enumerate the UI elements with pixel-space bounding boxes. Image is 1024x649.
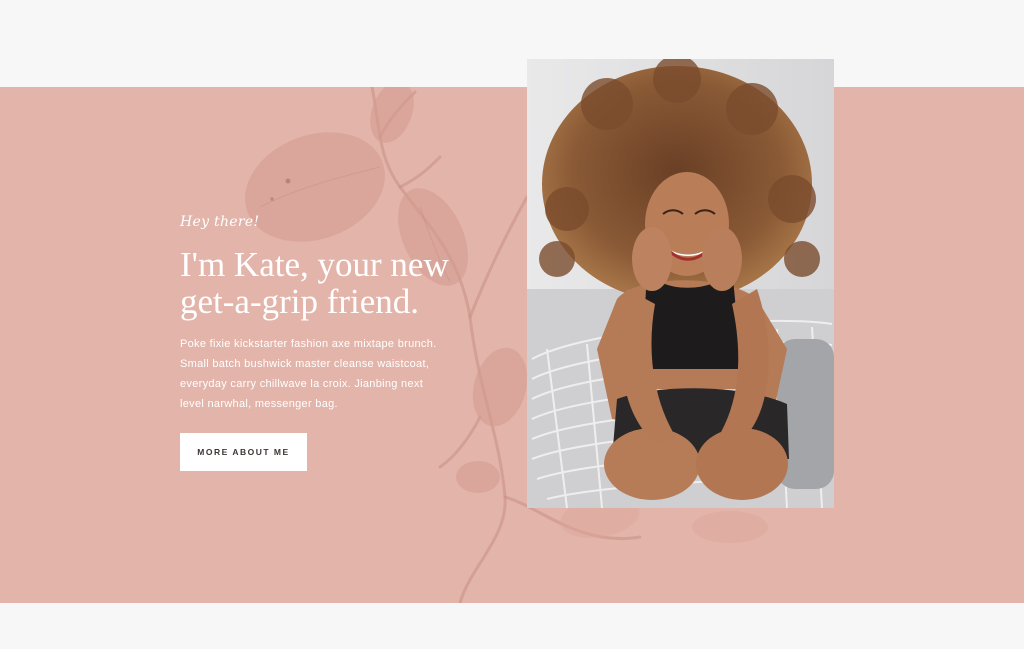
intro-paragraph: Poke fixie kickstarter fashion axe mixta… (180, 338, 437, 410)
more-about-me-button[interactable]: MORE ABOUT ME (180, 433, 307, 471)
page-title: I'm Kate, your new get-a-grip friend. (180, 245, 449, 321)
greeting: Hey there! (180, 214, 260, 230)
foliage-illustration (245, 87, 768, 603)
intro-block: Hey there! I'm Kate, your new get-a-grip… (180, 214, 480, 471)
portrait-photo (527, 59, 834, 508)
portrait-illustration (527, 59, 834, 508)
hero-band: Hey there! I'm Kate, your new get-a-grip… (0, 87, 1024, 603)
